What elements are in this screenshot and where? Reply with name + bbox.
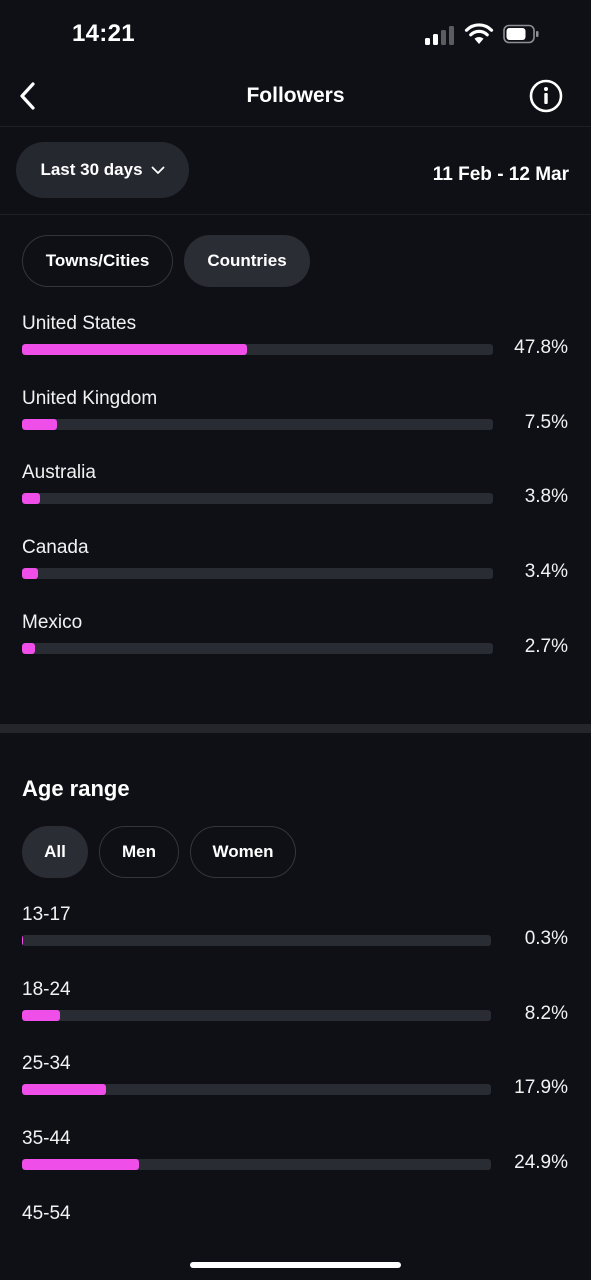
age-label: 25-34 [22,1053,71,1074]
country-label: Mexico [22,612,83,633]
age-percent: 24.9% [514,1152,568,1173]
progress-track [22,643,493,654]
tab-towns-cities[interactable]: Towns/Cities [22,235,173,287]
age-percent: 8.2% [524,1003,568,1024]
info-icon[interactable] [528,78,564,114]
section-divider [0,724,591,733]
tab-countries[interactable]: Countries [184,235,310,287]
progress-track [22,935,491,946]
progress-fill [22,1010,61,1021]
progress-track [22,1084,491,1095]
country-row: Mexico 2.7% [22,612,568,672]
country-label: United Kingdom [22,388,158,409]
age-percent: 17.9% [514,1077,568,1098]
age-label: 13-17 [22,904,71,925]
country-label: Australia [22,462,96,483]
country-row: Australia 3.8% [22,462,568,522]
tab-label: Countries [207,251,287,270]
tab-label: All [44,842,66,861]
date-range-dropdown[interactable]: Last 30 days [16,142,189,198]
progress-track [22,568,493,579]
country-percent: 3.4% [524,561,568,582]
tab-women[interactable]: Women [190,826,296,878]
progress-fill [22,419,58,430]
country-percent: 2.7% [524,636,568,657]
nav-bar: Followers [0,70,591,127]
country-row: United Kingdom 7.5% [22,388,568,448]
progress-fill [22,1084,106,1095]
progress-fill [22,568,38,579]
tab-men[interactable]: Men [99,826,179,878]
age-percent: 0.3% [524,928,568,949]
page-title: Followers [246,84,345,107]
progress-fill [22,643,35,654]
age-label: 35-44 [22,1128,71,1149]
country-label: United States [22,313,137,334]
divider [0,214,591,215]
age-row: 35-44 24.9% [22,1128,568,1188]
country-row: Canada 3.4% [22,537,568,597]
cellular-signal-icon [425,25,457,45]
tab-label: Men [122,842,156,861]
tab-label: Towns/Cities [45,251,150,270]
age-row: 25-34 17.9% [22,1053,568,1113]
progress-track [22,1010,491,1021]
progress-fill [22,1159,139,1170]
age-row: 45-54 [22,1203,568,1233]
status-time: 14:21 [72,20,135,47]
date-range-dropdown-label: Last 30 days [40,160,143,179]
country-label: Canada [22,537,89,558]
battery-icon [503,24,539,44]
country-row: United States 47.8% [22,313,568,373]
wifi-icon [464,23,494,44]
progress-track [22,1159,491,1170]
progress-track [22,344,493,355]
age-range-title: Age range [22,776,130,801]
date-range-text: 11 Feb - 12 Mar [432,164,569,185]
age-row: 13-17 0.3% [22,904,568,964]
tab-all[interactable]: All [22,826,88,878]
progress-track [22,493,493,504]
progress-track [22,419,493,430]
status-bar: 14:21 [0,0,591,70]
progress-fill [22,344,248,355]
country-percent: 7.5% [524,412,568,433]
chevron-down-icon [151,166,164,174]
tab-label: Women [212,842,274,861]
progress-fill [22,493,40,504]
country-percent: 47.8% [514,337,568,358]
home-indicator [190,1262,401,1268]
country-percent: 3.8% [524,486,568,507]
progress-fill [22,935,24,946]
age-label: 18-24 [22,979,71,1000]
age-label: 45-54 [22,1203,71,1224]
age-row: 18-24 8.2% [22,979,568,1039]
